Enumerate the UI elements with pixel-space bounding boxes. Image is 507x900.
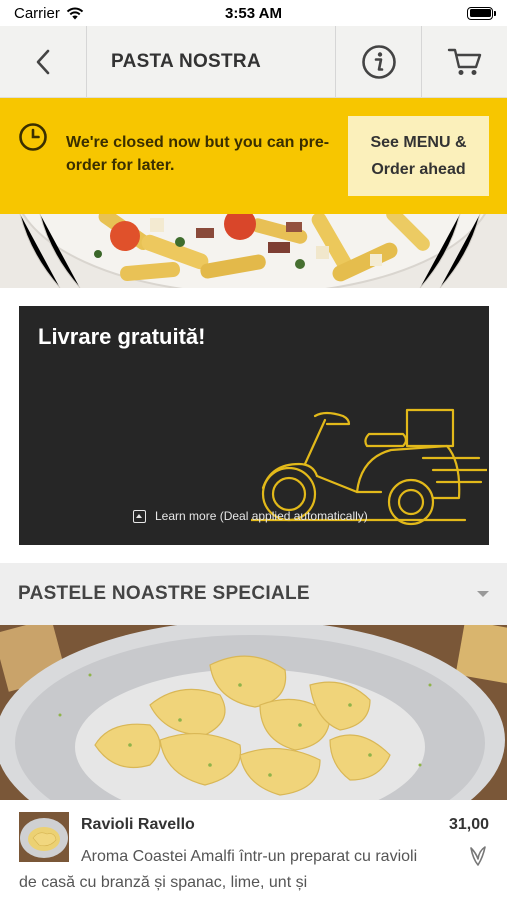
category-image xyxy=(0,625,507,800)
expand-icon xyxy=(133,509,146,523)
status-bar: Carrier 3:53 AM xyxy=(0,0,507,26)
preorder-button-line1: See MENU & xyxy=(370,134,467,151)
chevron-down-icon xyxy=(477,591,489,597)
closed-message: We're closed now but you can pre-order f… xyxy=(66,134,330,174)
closed-banner: We're closed now but you can pre-order f… xyxy=(0,98,507,214)
back-icon xyxy=(36,49,50,74)
vegetarian-leaf-icon xyxy=(470,846,486,866)
category-title: PASTELE NOASTRE SPECIALE xyxy=(18,583,310,604)
back-button[interactable] xyxy=(0,26,87,97)
nav-header: PASTA NOSTRA xyxy=(0,26,507,98)
menu-item-description: Aroma Coastei Amalfi într-un preparat cu… xyxy=(19,848,418,891)
learn-more-text: Learn more (Deal applied automatically) xyxy=(155,509,368,523)
see-menu-order-ahead-button[interactable]: See MENU & Order ahead xyxy=(348,116,489,196)
free-delivery-promo[interactable]: Livrare gratuită! Learn more (Deal appli… xyxy=(19,306,489,545)
category-header[interactable]: PASTELE NOASTRE SPECIALE xyxy=(0,563,507,625)
page-title: PASTA NOSTRA xyxy=(87,26,336,97)
cart-icon xyxy=(447,48,481,75)
status-right xyxy=(333,6,496,20)
status-time: 3:53 AM xyxy=(225,4,282,22)
cart-button[interactable] xyxy=(422,26,507,97)
menu-item-price: 31,00 xyxy=(448,816,489,833)
status-left: Carrier xyxy=(14,5,174,22)
menu-item[interactable]: Ravioli Ravello 31,00 Aroma Coastei Amal… xyxy=(0,800,507,900)
preorder-button-line2: Order ahead xyxy=(371,161,466,178)
learn-more-link[interactable]: Learn more (Deal applied automatically) xyxy=(133,509,368,523)
menu-item-name: Ravioli Ravello xyxy=(81,816,195,833)
battery-icon xyxy=(467,6,496,20)
clock-icon xyxy=(19,123,47,151)
info-button[interactable] xyxy=(336,26,422,97)
promo-title: Livrare gratuită! xyxy=(38,324,206,349)
info-icon xyxy=(361,44,396,79)
restaurant-cover-image xyxy=(0,214,507,288)
carrier-label: Carrier xyxy=(14,4,60,22)
wifi-icon xyxy=(66,6,84,19)
